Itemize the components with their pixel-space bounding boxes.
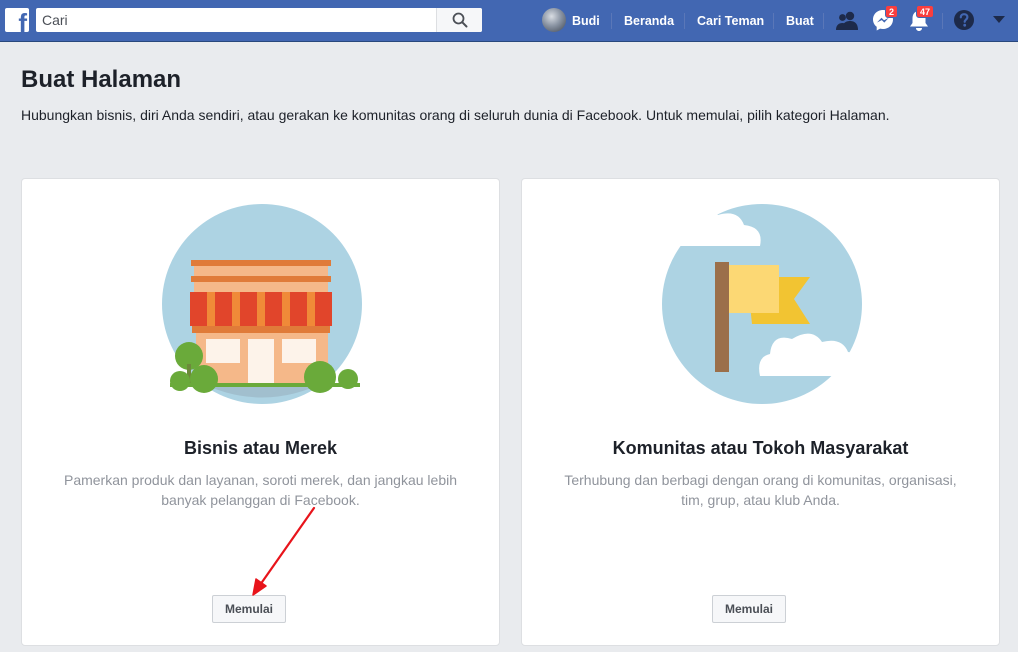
create-link[interactable]: Buat	[786, 14, 814, 28]
help-icon[interactable]	[953, 9, 975, 31]
storefront-illustration	[162, 204, 362, 404]
search-box	[36, 8, 482, 32]
nav-home[interactable]: Beranda	[624, 0, 674, 42]
card-description: Terhubung dan berbagi dengan orang di ko…	[564, 472, 957, 508]
search-button[interactable]	[436, 8, 482, 32]
search-icon	[452, 12, 467, 28]
divider	[942, 13, 943, 29]
nav-create[interactable]: Buat	[786, 0, 814, 42]
business-brand-card[interactable]: Bisnis atau Merek Pamerkan produk dan la…	[21, 178, 500, 646]
page-description: Hubungkan bisnis, diri Anda sendiri, ata…	[21, 107, 890, 123]
top-navigation-bar: f Budi Beranda Cari Teman Buat 2	[0, 0, 1018, 42]
card-title: Komunitas atau Tokoh Masyarakat	[612, 438, 909, 458]
nav-find-friends[interactable]: Cari Teman	[697, 0, 764, 42]
get-started-business-button[interactable]: Memulai	[212, 595, 287, 623]
divider	[773, 13, 774, 29]
facebook-logo-icon[interactable]: f	[5, 8, 29, 32]
find-friends-link[interactable]: Cari Teman	[697, 14, 764, 28]
divider	[611, 13, 612, 29]
divider	[823, 13, 824, 29]
divider	[684, 13, 685, 29]
page-title: Buat Halaman	[21, 66, 182, 93]
card-description: Pamerkan produk dan layanan, soroti mere…	[63, 472, 458, 508]
nav-profile[interactable]: Budi	[572, 0, 600, 42]
flag-illustration	[662, 204, 867, 404]
get-started-community-button[interactable]: Memulai	[712, 595, 787, 623]
card-title: Bisnis atau Merek	[183, 438, 338, 458]
dropdown-arrow-icon[interactable]	[993, 16, 1005, 24]
community-public-figure-card[interactable]: Komunitas atau Tokoh Masyarakat Terhubun…	[521, 178, 1000, 646]
home-link[interactable]: Beranda	[624, 14, 674, 28]
search-input[interactable]	[36, 8, 436, 32]
notifications-badge: 47	[916, 5, 935, 18]
friend-requests-icon[interactable]	[835, 10, 859, 32]
profile-name[interactable]: Budi	[572, 14, 600, 28]
messages-badge: 2	[885, 5, 899, 18]
avatar[interactable]	[542, 8, 566, 32]
